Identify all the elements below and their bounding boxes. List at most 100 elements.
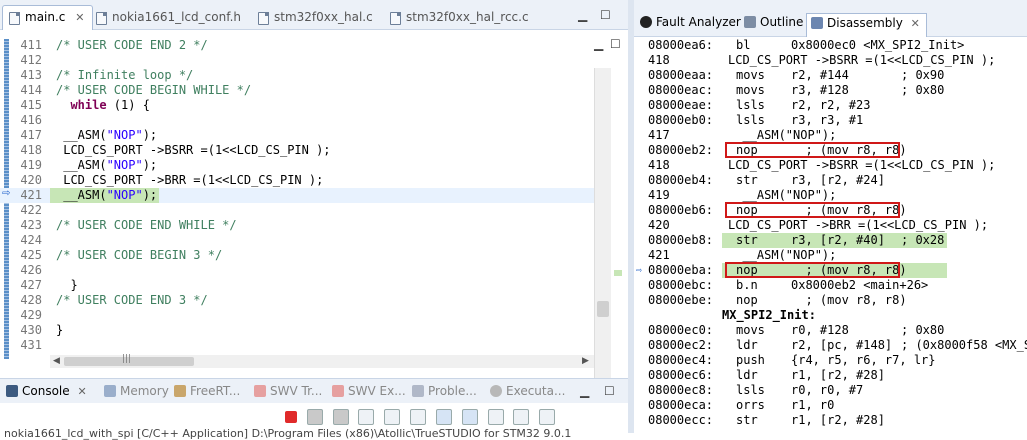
- code-line[interactable]: 429: [0, 308, 594, 323]
- minimize-icon[interactable]: ▁: [580, 384, 589, 398]
- source-line-text: LCD_CS_PORT ->BRR =(1<<LCD_CS_PIN );: [728, 218, 989, 232]
- bomb-icon: [640, 16, 652, 28]
- close-tab-icon[interactable]: ✕: [75, 11, 84, 24]
- code-line[interactable]: 418 LCD_CS_PORT ->BSRR =(1<<LCD_CS_PIN )…: [0, 143, 594, 158]
- close-tab-icon[interactable]: ✕: [77, 385, 86, 398]
- code-line[interactable]: 412: [0, 53, 594, 68]
- scroll-left-icon[interactable]: ◀: [53, 356, 60, 366]
- tab-nokia1661-lcd-conf[interactable]: nokia1661_lcd_conf.h: [90, 6, 249, 29]
- tab-executables[interactable]: Executa...: [490, 384, 565, 398]
- horizontal-scrollbar[interactable]: ◀ ||| ▶: [50, 354, 594, 368]
- disassembly-row[interactable]: 08000ebc: b.n 0x8000eb2 <main+26>: [634, 278, 1027, 293]
- vertical-scrollbar[interactable]: [594, 68, 611, 385]
- console-toolbar: [285, 409, 561, 427]
- code-line[interactable]: 420 LCD_CS_PORT ->BRR =(1<<LCD_CS_PIN );: [0, 173, 594, 188]
- disassembly-row[interactable]: 419 __ASM("NOP");: [634, 188, 1027, 203]
- open-console-icon[interactable]: [487, 409, 504, 425]
- maximize-icon[interactable]: ☐: [600, 8, 611, 22]
- disassembly-row[interactable]: 08000ecc: str r1, [r2, #28]: [634, 413, 1027, 428]
- code-line[interactable]: 424: [0, 233, 594, 248]
- tab-memory[interactable]: Memory: [104, 384, 169, 398]
- code-line[interactable]: 419 __ASM("NOP");: [0, 158, 594, 173]
- disassembly-row[interactable]: 08000eba: nop ; (mov r8, r8) ⇨: [634, 262, 1027, 278]
- disassembly-row[interactable]: 08000eb0: lsls r3, r3, #1: [634, 113, 1027, 128]
- code-line[interactable]: 411 /* USER CODE END 2 */: [0, 38, 594, 53]
- disassembly-row[interactable]: 418 LCD_CS_PORT ->BSRR =(1<<LCD_CS_PIN );: [634, 158, 1027, 173]
- disassembly-row[interactable]: 08000ec6: ldr r1, [r2, #28]: [634, 368, 1027, 383]
- code-line[interactable]: 415 while (1) {: [0, 98, 594, 113]
- disassembly-row[interactable]: 08000ec4: push {r4, r5, r6, r7, lr}: [634, 353, 1027, 368]
- code-line[interactable]: 426: [0, 263, 594, 278]
- source-line-number: 420: [648, 218, 670, 232]
- disassembly-row[interactable]: 08000ec2: ldr r2, [pc, #148] ; (0x8000f58 <…: [634, 338, 1027, 353]
- tab-fault-analyzer[interactable]: Fault Analyzer: [640, 15, 741, 29]
- show-console-icon[interactable]: [435, 409, 452, 425]
- tab-stm32f0xx-hal-rcc[interactable]: stm32f0xx_hal_rcc.c: [384, 6, 537, 29]
- tab-swv-trace[interactable]: SWV Tr...: [254, 384, 322, 398]
- disassembly-row[interactable]: 08000ea6: bl 0x8000ec0 <MX_SPI2_Init>: [634, 38, 1027, 53]
- remove-all-icon[interactable]: [332, 409, 349, 425]
- minimize-icon[interactable]: ▁: [578, 8, 587, 22]
- disassembly-row[interactable]: 08000eb4: str r3, [r2, #24]: [634, 173, 1027, 188]
- clear-console-icon[interactable]: [358, 409, 375, 425]
- word-wrap-icon[interactable]: [410, 409, 427, 425]
- display-console-icon[interactable]: [513, 409, 530, 425]
- code-line[interactable]: 413 /* Infinite loop */: [0, 68, 594, 83]
- code-line[interactable]: 425 /* USER CODE BEGIN 3 */: [0, 248, 594, 263]
- disassembly-row[interactable]: 08000eaa: movs r2, #144 ; 0x90: [634, 68, 1027, 83]
- code-editor[interactable]: 411 /* USER CODE END 2 */ 412 413 /* Infinit…: [0, 31, 628, 385]
- close-tab-icon[interactable]: ✕: [911, 17, 920, 30]
- disassembly-row[interactable]: 08000eb6: nop ; (mov r8, r8): [634, 202, 1027, 218]
- code-line[interactable]: 428 /* USER CODE END 3 */: [0, 293, 594, 308]
- horizontal-scroll-thumb[interactable]: |||: [64, 354, 194, 366]
- disassembly-row[interactable]: 420 LCD_CS_PORT ->BRR =(1<<LCD_CS_PIN );: [634, 218, 1027, 233]
- source-line-text: __ASM("NOP");: [728, 128, 837, 142]
- tab-stm32f0xx-hal[interactable]: stm32f0xx_hal.c: [252, 6, 381, 29]
- new-console-icon[interactable]: [539, 409, 556, 425]
- tab-problems[interactable]: Proble...: [412, 384, 477, 398]
- disassembly-row[interactable]: 418 LCD_CS_PORT ->BSRR =(1<<LCD_CS_PIN );: [634, 53, 1027, 68]
- vertical-scroll-thumb[interactable]: [597, 301, 609, 317]
- maximize-icon[interactable]: ☐: [604, 384, 615, 398]
- disassembly-row[interactable]: MX_SPI2_Init:: [634, 308, 1027, 323]
- tab-freertos[interactable]: FreeRT...: [174, 384, 240, 398]
- code-line[interactable]: 431: [0, 338, 594, 353]
- code-line[interactable]: 421 __ASM("NOP");: [0, 188, 594, 203]
- code-line[interactable]: 414 /* USER CODE BEGIN WHILE */: [0, 83, 594, 98]
- disassembly-row[interactable]: 08000eae: lsls r2, r2, #23: [634, 98, 1027, 113]
- code-line[interactable]: 417 __ASM("NOP");: [0, 128, 594, 143]
- code-line[interactable]: 423 /* USER CODE END WHILE */: [0, 218, 594, 233]
- tab-console[interactable]: Console ✕: [6, 384, 87, 398]
- code-line[interactable]: 430}: [0, 323, 594, 338]
- terminate-icon[interactable]: [285, 411, 297, 423]
- instruction-mnemonic: movs: [736, 68, 765, 82]
- minimize-icon[interactable]: ▁: [594, 37, 603, 51]
- code-line[interactable]: 422: [0, 203, 594, 218]
- disassembly-row[interactable]: 08000eb8: str r3, [r2, #40] ; 0x28: [634, 233, 1027, 248]
- code-line[interactable]: 416: [0, 113, 594, 128]
- disassembly-row[interactable]: 08000ec8: lsls r0, r0, #7: [634, 383, 1027, 398]
- scroll-right-icon[interactable]: ▶: [582, 356, 589, 366]
- disassembly-row[interactable]: 421 __ASM("NOP");: [634, 248, 1027, 263]
- tab-main-c[interactable]: main.c ✕: [2, 5, 94, 30]
- tab-outline[interactable]: Outline: [744, 15, 803, 29]
- disassembly-row[interactable]: 417 __ASM("NOP");: [634, 128, 1027, 143]
- instruction-address: 08000ec6:: [648, 368, 714, 382]
- pin-console-icon[interactable]: [461, 409, 478, 425]
- disassembly-tab-bar: Fault Analyzer Outline Disassembly ✕: [634, 0, 1027, 37]
- instruction-operands: r1, [r2, #28]: [791, 368, 885, 382]
- remove-launch-icon[interactable]: [306, 409, 323, 425]
- disassembly-row[interactable]: 08000ebe: nop ; (mov r8, r8): [634, 293, 1027, 308]
- disassembly-row[interactable]: 08000ec0: movs r0, #128 ; 0x80: [634, 323, 1027, 338]
- code-line[interactable]: 427 }: [0, 278, 594, 293]
- instruction-comment: ; 0x80: [901, 323, 945, 337]
- disassembly-row[interactable]: 08000eb2: nop ; (mov r8, r8): [634, 142, 1027, 158]
- tab-disassembly[interactable]: Disassembly ✕: [806, 13, 927, 37]
- maximize-icon[interactable]: ☐: [610, 37, 621, 51]
- instruction-address: 08000eba:: [648, 263, 714, 277]
- scroll-lock-icon[interactable]: [384, 409, 401, 425]
- disassembly-row[interactable]: 08000eac: movs r3, #128 ; 0x80: [634, 83, 1027, 98]
- tab-swv-exceptions[interactable]: SWV Ex...: [332, 384, 406, 398]
- line-number: 419: [20, 158, 42, 172]
- disassembly-row[interactable]: 08000eca: orrs r1, r0: [634, 398, 1027, 413]
